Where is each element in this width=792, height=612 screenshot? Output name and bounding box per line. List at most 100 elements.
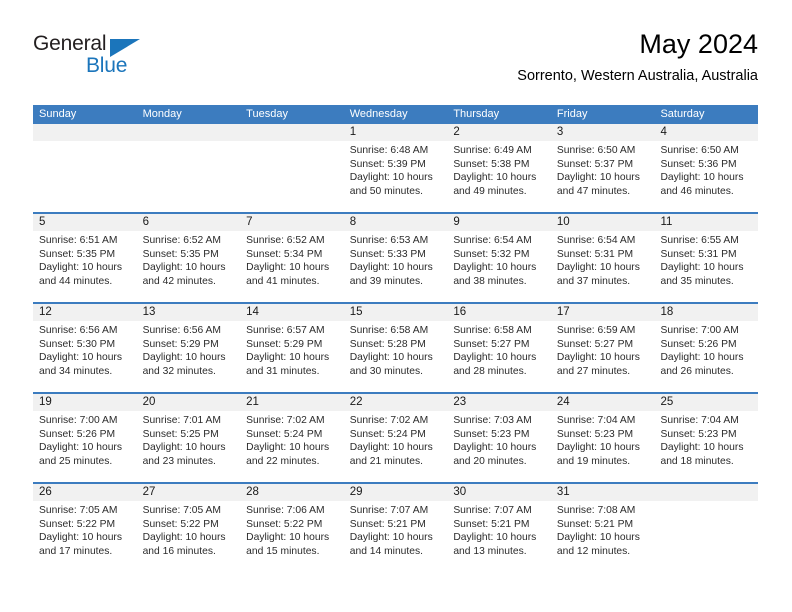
- day-cell[interactable]: [33, 124, 137, 212]
- daylight-text-line1: Daylight: 10 hours: [660, 172, 744, 184]
- day-number: 8: [343, 214, 448, 231]
- sunset-text: Sunset: 5:21 PM: [349, 518, 426, 530]
- day-details: Sunrise: 7:03 AM Sunset: 5:23 PM Dayligh…: [447, 411, 551, 468]
- day-cell[interactable]: 17 Sunrise: 6:59 AM Sunset: 5:27 PM Dayl…: [550, 304, 655, 392]
- day-cell[interactable]: 6 Sunrise: 6:52 AM Sunset: 5:35 PM Dayli…: [136, 214, 241, 302]
- day-cell[interactable]: 19 Sunrise: 7:00 AM Sunset: 5:26 PM Dayl…: [33, 394, 137, 482]
- daylight-text-line1: Daylight: 10 hours: [556, 172, 640, 184]
- sunset-text: Sunset: 5:23 PM: [453, 428, 530, 440]
- day-cell[interactable]: 18 Sunrise: 7:00 AM Sunset: 5:26 PM Dayl…: [654, 304, 759, 392]
- day-cell[interactable]: [240, 124, 344, 212]
- daylight-text-line2: and 13 minutes.: [453, 545, 527, 557]
- day-cell[interactable]: 3 Sunrise: 6:50 AM Sunset: 5:37 PM Dayli…: [550, 124, 655, 212]
- day-cell[interactable]: 15 Sunrise: 6:58 AM Sunset: 5:28 PM Dayl…: [343, 304, 448, 392]
- day-cell[interactable]: 31 Sunrise: 7:08 AM Sunset: 5:21 PM Dayl…: [550, 484, 655, 572]
- day-cell[interactable]: [654, 484, 759, 572]
- day-details: Sunrise: 6:57 AM Sunset: 5:29 PM Dayligh…: [240, 321, 344, 378]
- daylight-text-line2: and 14 minutes.: [349, 545, 424, 557]
- day-cell[interactable]: 10 Sunrise: 6:54 AM Sunset: 5:31 PM Dayl…: [550, 214, 655, 302]
- week-days: 12 Sunrise: 6:56 AM Sunset: 5:30 PM Dayl…: [33, 304, 759, 392]
- sunset-text: Sunset: 5:35 PM: [39, 248, 116, 260]
- daylight-text-line1: Daylight: 10 hours: [453, 532, 537, 544]
- day-cell[interactable]: 13 Sunrise: 6:56 AM Sunset: 5:29 PM Dayl…: [136, 304, 241, 392]
- day-cell[interactable]: 30 Sunrise: 7:07 AM Sunset: 5:21 PM Dayl…: [447, 484, 551, 572]
- sunset-text: Sunset: 5:26 PM: [39, 428, 116, 440]
- sunrise-text: Sunrise: 7:00 AM: [39, 415, 118, 426]
- day-cell[interactable]: 23 Sunrise: 7:03 AM Sunset: 5:23 PM Dayl…: [447, 394, 551, 482]
- sunrise-text: Sunrise: 6:50 AM: [660, 145, 739, 156]
- day-number: 29: [343, 484, 448, 501]
- weekday-header-friday: Friday: [556, 108, 588, 120]
- daylight-text-line2: and 47 minutes.: [556, 185, 631, 197]
- day-cell[interactable]: 1 Sunrise: 6:48 AM Sunset: 5:39 PM Dayli…: [343, 124, 448, 212]
- week-days: 5 Sunrise: 6:51 AM Sunset: 5:35 PM Dayli…: [33, 214, 759, 302]
- sunrise-text: Sunrise: 6:55 AM: [660, 235, 739, 246]
- day-details: Sunrise: 7:07 AM Sunset: 5:21 PM Dayligh…: [447, 501, 551, 558]
- daylight-text-line1: Daylight: 10 hours: [453, 262, 537, 274]
- day-cell[interactable]: 25 Sunrise: 7:04 AM Sunset: 5:23 PM Dayl…: [654, 394, 759, 482]
- day-number: 14: [240, 304, 344, 321]
- day-cell[interactable]: [136, 124, 241, 212]
- day-details: Sunrise: 7:01 AM Sunset: 5:25 PM Dayligh…: [137, 411, 241, 468]
- day-details: Sunrise: 6:54 AM Sunset: 5:32 PM Dayligh…: [447, 231, 551, 288]
- daylight-text-line2: and 15 minutes.: [246, 545, 320, 557]
- day-cell[interactable]: 12 Sunrise: 6:56 AM Sunset: 5:30 PM Dayl…: [33, 304, 137, 392]
- sunrise-text: Sunrise: 7:02 AM: [246, 415, 325, 426]
- day-details: Sunrise: 7:04 AM Sunset: 5:23 PM Dayligh…: [551, 411, 655, 468]
- daylight-text-line2: and 46 minutes.: [660, 185, 734, 197]
- day-details: Sunrise: 6:58 AM Sunset: 5:28 PM Dayligh…: [344, 321, 448, 378]
- general-blue-logo[interactable]: General Blue: [33, 32, 163, 84]
- day-cell[interactable]: 5 Sunrise: 6:51 AM Sunset: 5:35 PM Dayli…: [33, 214, 137, 302]
- daylight-text-line1: Daylight: 10 hours: [246, 532, 330, 544]
- day-cell[interactable]: 8 Sunrise: 6:53 AM Sunset: 5:33 PM Dayli…: [343, 214, 448, 302]
- daylight-text-line1: Daylight: 10 hours: [349, 532, 433, 544]
- sunset-text: Sunset: 5:22 PM: [142, 518, 219, 530]
- day-cell[interactable]: 11 Sunrise: 6:55 AM Sunset: 5:31 PM Dayl…: [654, 214, 759, 302]
- day-cell[interactable]: 26 Sunrise: 7:05 AM Sunset: 5:22 PM Dayl…: [33, 484, 137, 572]
- day-number: 20: [136, 394, 241, 411]
- day-cell[interactable]: 24 Sunrise: 7:04 AM Sunset: 5:23 PM Dayl…: [550, 394, 655, 482]
- week-days: 19 Sunrise: 7:00 AM Sunset: 5:26 PM Dayl…: [33, 394, 759, 482]
- sunrise-text: Sunrise: 6:52 AM: [142, 235, 221, 246]
- sunrise-text: Sunrise: 7:03 AM: [453, 415, 532, 426]
- day-cell[interactable]: 16 Sunrise: 6:58 AM Sunset: 5:27 PM Dayl…: [447, 304, 551, 392]
- day-details: Sunrise: 6:49 AM Sunset: 5:38 PM Dayligh…: [447, 141, 551, 198]
- sunset-text: Sunset: 5:26 PM: [660, 338, 737, 350]
- day-details: Sunrise: 6:54 AM Sunset: 5:31 PM Dayligh…: [551, 231, 655, 288]
- day-cell[interactable]: 20 Sunrise: 7:01 AM Sunset: 5:25 PM Dayl…: [136, 394, 241, 482]
- day-cell[interactable]: 21 Sunrise: 7:02 AM Sunset: 5:24 PM Dayl…: [240, 394, 344, 482]
- day-cell[interactable]: 2 Sunrise: 6:49 AM Sunset: 5:38 PM Dayli…: [447, 124, 551, 212]
- day-cell[interactable]: 14 Sunrise: 6:57 AM Sunset: 5:29 PM Dayl…: [240, 304, 344, 392]
- sunrise-text: Sunrise: 7:02 AM: [349, 415, 429, 426]
- day-number: 28: [240, 484, 344, 501]
- day-details: Sunrise: 6:50 AM Sunset: 5:36 PM Dayligh…: [654, 141, 758, 198]
- day-number: 30: [447, 484, 551, 501]
- day-cell[interactable]: 9 Sunrise: 6:54 AM Sunset: 5:32 PM Dayli…: [447, 214, 551, 302]
- day-cell[interactable]: 7 Sunrise: 6:52 AM Sunset: 5:34 PM Dayli…: [240, 214, 344, 302]
- day-number: 22: [343, 394, 448, 411]
- daylight-text-line1: Daylight: 10 hours: [349, 442, 433, 454]
- day-details: Sunrise: 6:56 AM Sunset: 5:30 PM Dayligh…: [33, 321, 137, 378]
- day-details: [240, 141, 344, 144]
- day-details: Sunrise: 6:51 AM Sunset: 5:35 PM Dayligh…: [33, 231, 137, 288]
- day-cell[interactable]: 28 Sunrise: 7:06 AM Sunset: 5:22 PM Dayl…: [240, 484, 344, 572]
- sunset-text: Sunset: 5:33 PM: [349, 248, 426, 260]
- day-number: 4: [654, 124, 759, 141]
- sunrise-text: Sunrise: 7:05 AM: [39, 505, 118, 516]
- day-cell[interactable]: 27 Sunrise: 7:05 AM Sunset: 5:22 PM Dayl…: [136, 484, 241, 572]
- day-number: 12: [33, 304, 137, 321]
- day-cell[interactable]: 29 Sunrise: 7:07 AM Sunset: 5:21 PM Dayl…: [343, 484, 448, 572]
- daylight-text-line2: and 34 minutes.: [39, 365, 113, 377]
- day-cell[interactable]: 22 Sunrise: 7:02 AM Sunset: 5:24 PM Dayl…: [343, 394, 448, 482]
- daylight-text-line2: and 41 minutes.: [246, 275, 320, 287]
- day-details: Sunrise: 7:00 AM Sunset: 5:26 PM Dayligh…: [33, 411, 137, 468]
- day-number: 18: [654, 304, 759, 321]
- weekday-header-monday: Monday: [142, 108, 182, 120]
- sunrise-text: Sunrise: 6:58 AM: [453, 325, 532, 336]
- daylight-text-line2: and 12 minutes.: [556, 545, 631, 557]
- sunrise-text: Sunrise: 6:56 AM: [39, 325, 118, 336]
- day-number: [33, 124, 137, 141]
- day-number: [240, 124, 344, 141]
- day-cell[interactable]: 4 Sunrise: 6:50 AM Sunset: 5:36 PM Dayli…: [654, 124, 759, 212]
- day-details: Sunrise: 6:56 AM Sunset: 5:29 PM Dayligh…: [137, 321, 241, 378]
